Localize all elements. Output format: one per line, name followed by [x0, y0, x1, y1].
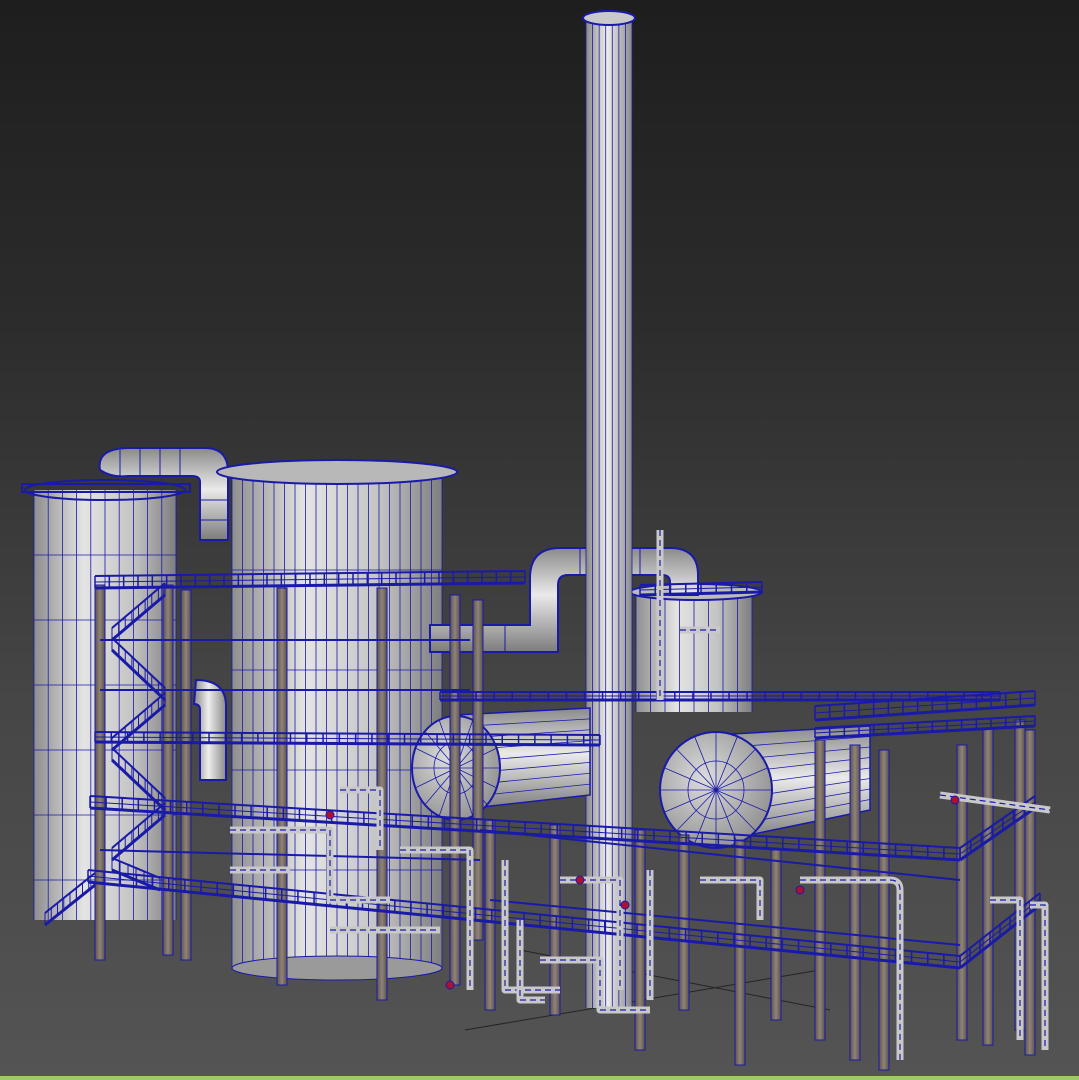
- valve: [795, 885, 805, 895]
- valve: [950, 795, 960, 805]
- steel-column: [734, 839, 746, 1066]
- steel-column: [276, 587, 288, 986]
- steel-column: [814, 739, 826, 1041]
- steel-column: [770, 849, 782, 1021]
- industrial-plant-model: [21, 10, 1051, 1071]
- steel-column: [982, 727, 994, 1046]
- horizontal-vessel-2: [659, 725, 871, 849]
- pipe-wire: [700, 879, 761, 920]
- steel-column: [449, 594, 461, 986]
- steel-column: [849, 744, 861, 1061]
- steel-column: [634, 829, 646, 1051]
- 3d-viewport[interactable]: [0, 0, 1079, 1080]
- valve: [325, 810, 335, 820]
- valve: [575, 875, 585, 885]
- horizontal-vessel-1: [411, 707, 591, 821]
- steel-column: [956, 744, 968, 1041]
- pipe: [700, 876, 764, 920]
- chimney-stack: [582, 10, 636, 1008]
- steel-column: [678, 834, 690, 1011]
- railing: [814, 690, 1036, 722]
- steel-column: [180, 589, 192, 961]
- valve: [620, 900, 630, 910]
- railing: [814, 715, 1036, 740]
- viewport-status-strip: [0, 1076, 1079, 1080]
- steel-column: [878, 749, 890, 1071]
- steel-column: [1024, 729, 1036, 1056]
- side-pipe-left: [192, 678, 227, 781]
- valve: [445, 980, 455, 990]
- steel-column: [94, 584, 106, 961]
- railing: [87, 869, 961, 970]
- steel-column: [472, 599, 484, 941]
